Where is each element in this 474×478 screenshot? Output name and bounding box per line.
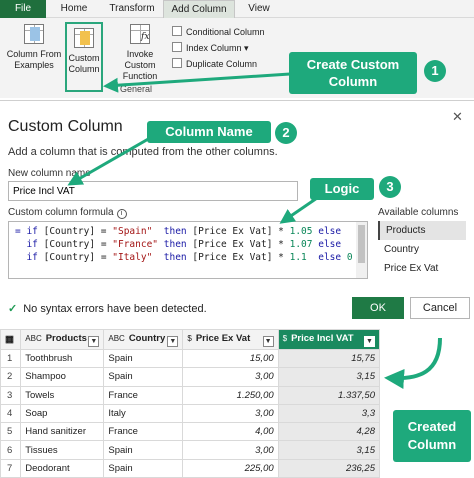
step-badge-2: 2 (275, 122, 297, 144)
step-badge-3: 3 (379, 176, 401, 198)
arrow-to-custom-column (103, 72, 291, 93)
arrow-to-created-column (384, 337, 442, 389)
callout-column-name: Column Name (147, 121, 271, 143)
callout-created-column: Created Column (393, 410, 471, 462)
callout-create-custom-column: Create Custom Column (289, 52, 417, 94)
callout-logic: Logic (310, 178, 374, 200)
arrow-to-column-name (67, 136, 151, 186)
step-badge-1: 1 (424, 60, 446, 82)
